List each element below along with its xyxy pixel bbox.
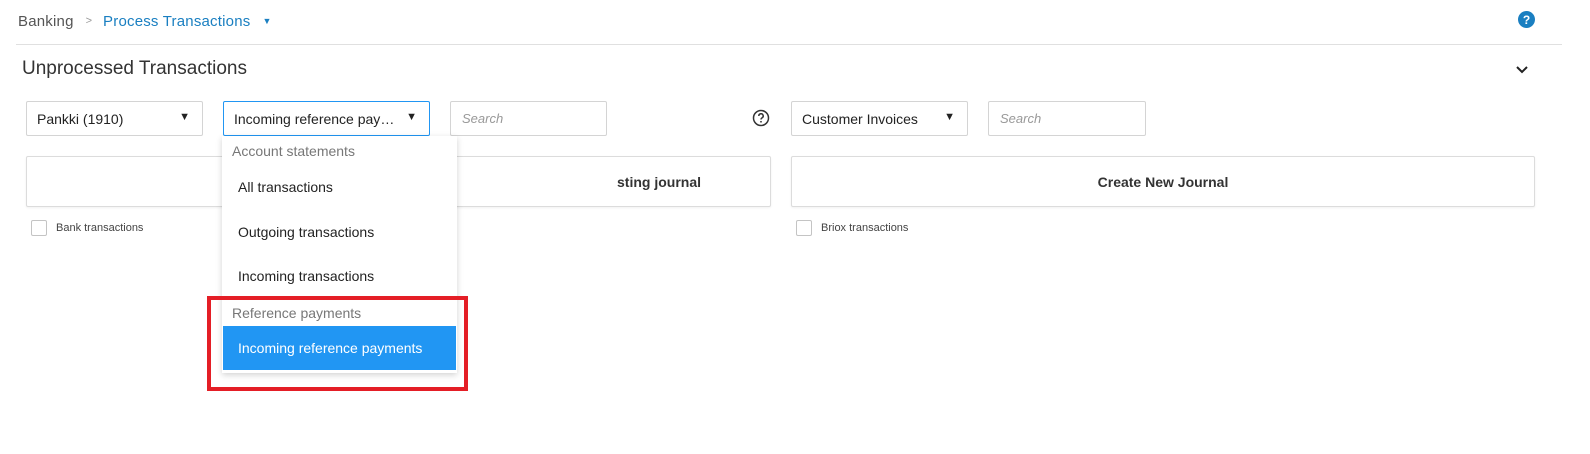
search-input-right[interactable]: [988, 101, 1146, 136]
create-new-journal-label: Create New Journal: [1097, 173, 1229, 190]
bank-transactions-checkbox-row[interactable]: Bank transactions: [31, 220, 143, 236]
briox-transactions-checkbox[interactable]: [796, 220, 812, 236]
group-label-account-statements: Account statements: [232, 143, 355, 159]
transaction-type-dropdown: Account statements All transactions Outg…: [222, 136, 457, 373]
account-select-value: Pankki (1910): [37, 110, 124, 127]
menu-item-all-transactions[interactable]: All transactions: [238, 179, 333, 195]
help-circle-icon[interactable]: ?: [1518, 11, 1535, 28]
header-divider: [16, 44, 1562, 45]
caret-down-icon: ▼: [406, 111, 417, 123]
breadcrumb: Banking > Process Transactions ▼: [18, 11, 271, 31]
document-type-select-value: Customer Invoices: [802, 110, 918, 127]
breadcrumb-separator: >: [85, 15, 93, 27]
caret-down-icon: ▼: [944, 111, 955, 123]
briox-transactions-checkbox-row[interactable]: Briox transactions: [796, 220, 908, 236]
caret-down-icon[interactable]: ▼: [262, 16, 271, 26]
caret-down-icon: ▼: [179, 111, 190, 123]
breadcrumb-process-transactions[interactable]: Process Transactions: [103, 13, 250, 30]
briox-transactions-label: Briox transactions: [821, 222, 909, 234]
section-title: Unprocessed Transactions: [22, 58, 247, 79]
add-to-existing-journal-label: sting journal: [617, 173, 701, 190]
menu-item-incoming-reference-payments[interactable]: Incoming reference payments: [223, 326, 456, 370]
create-new-journal-button[interactable]: Create New Journal: [791, 156, 1535, 207]
breadcrumb-banking[interactable]: Banking: [18, 13, 74, 30]
document-type-select[interactable]: Customer Invoices ▼: [791, 101, 968, 136]
menu-item-outgoing-transactions[interactable]: Outgoing transactions: [238, 224, 374, 240]
menu-item-incoming-transactions[interactable]: Incoming transactions: [238, 268, 374, 284]
account-select[interactable]: Pankki (1910) ▼: [26, 101, 203, 136]
bank-transactions-label: Bank transactions: [56, 222, 144, 234]
transaction-type-select[interactable]: Incoming reference payments ▼: [223, 101, 430, 136]
question-circle-icon[interactable]: [752, 109, 770, 127]
search-input-left[interactable]: [450, 101, 607, 136]
bank-transactions-checkbox[interactable]: [31, 220, 47, 236]
group-label-reference-payments: Reference payments: [232, 305, 362, 321]
menu-item-incoming-reference-payments-label: Incoming reference payments: [238, 340, 423, 356]
chevron-down-icon[interactable]: [1514, 62, 1530, 78]
transaction-type-select-value: Incoming reference payments: [234, 110, 401, 127]
